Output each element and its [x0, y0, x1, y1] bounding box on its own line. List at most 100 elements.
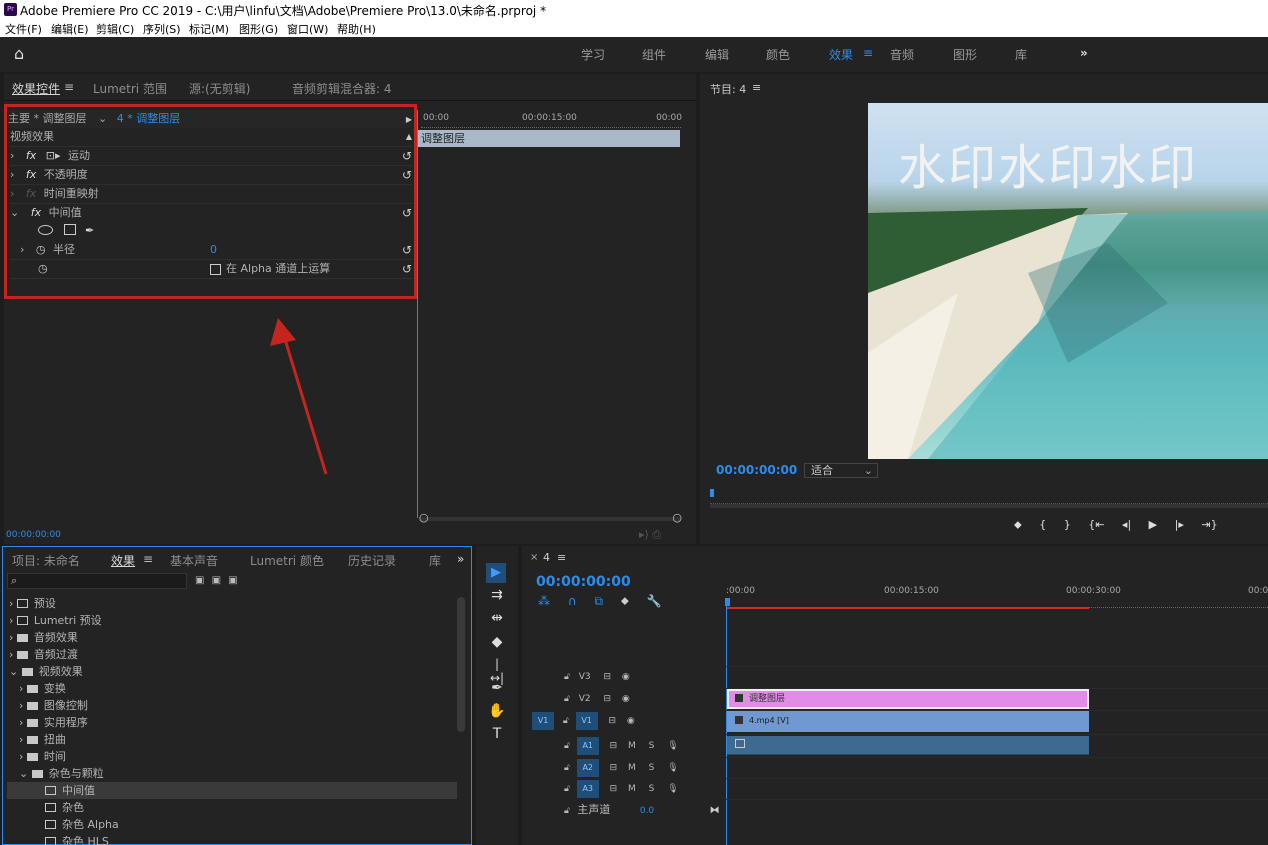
go-to-in-icon[interactable]: {⇤	[1088, 518, 1104, 531]
menu-sequence[interactable]: 序列(S)	[143, 21, 181, 37]
program-playhead[interactable]	[710, 489, 714, 497]
lock-icon[interactable]: 🔓︎	[564, 763, 570, 773]
sync-lock-icon[interactable]: ⊟	[603, 694, 611, 704]
tab-project[interactable]: 项目: 未命名	[12, 552, 80, 569]
menu-marker[interactable]: 标记(M)	[189, 21, 229, 37]
lock-icon[interactable]: 🔓︎	[563, 716, 569, 726]
tree-item-noise-hls[interactable]: 杂色 HLS	[45, 833, 109, 845]
sync-lock-icon[interactable]: ⊟	[610, 763, 618, 773]
microphone-icon[interactable]: 🎙︎	[667, 763, 678, 773]
effects-search-input[interactable]: ⌕	[7, 573, 187, 589]
lock-icon[interactable]: 🔓︎	[564, 784, 570, 794]
timeline-playhead-handle[interactable]	[725, 598, 730, 606]
eye-icon[interactable]: ◉	[622, 694, 630, 704]
type-tool-icon[interactable]: T	[488, 726, 506, 742]
workspace-color[interactable]: 颜色	[766, 46, 790, 63]
menu-graphics[interactable]: 图形(G)	[239, 21, 278, 37]
master-volume-value[interactable]: 0.0	[640, 806, 654, 816]
tab-menu-icon[interactable]: ≡	[557, 551, 566, 564]
step-forward-icon[interactable]: |▸	[1175, 518, 1184, 531]
menu-edit[interactable]: 编辑(E)	[51, 21, 89, 37]
tree-item-noise-alpha[interactable]: 杂色 Alpha	[45, 816, 119, 833]
workspace-effects[interactable]: 效果	[829, 46, 853, 63]
tab-history[interactable]: 历史记录	[348, 552, 396, 569]
workspace-learn[interactable]: 学习	[581, 46, 605, 63]
add-marker-icon[interactable]: ⬥	[621, 594, 629, 608]
mark-out-icon[interactable]: }	[1064, 518, 1071, 531]
workspace-more-icon[interactable]: »	[1080, 46, 1088, 60]
lock-icon[interactable]: 🔓︎	[564, 806, 570, 816]
tree-item-audio-transitions[interactable]: › 音频过渡	[9, 646, 78, 663]
track-target-v1[interactable]: V1	[575, 712, 598, 730]
solo-button[interactable]: S	[649, 763, 655, 773]
workspace-editing[interactable]: 编辑	[705, 46, 729, 63]
tree-item-utility[interactable]: › 实用程序	[19, 714, 88, 731]
track-target-a2[interactable]: A2	[576, 759, 599, 777]
menu-clip[interactable]: 剪辑(C)	[96, 21, 134, 37]
mute-button[interactable]: M	[628, 741, 636, 751]
workspace-libraries[interactable]: 库	[1015, 46, 1027, 63]
tree-item-time[interactable]: › 时间	[19, 748, 66, 765]
source-patch-v1[interactable]: V1	[532, 712, 554, 730]
home-icon[interactable]: ⌂	[14, 44, 24, 63]
tree-item-video-effects[interactable]: ⌄ 视频效果	[9, 663, 83, 680]
effect-controls-timecode[interactable]: 00:00:00:00	[6, 530, 61, 540]
menu-file[interactable]: 文件(F)	[5, 21, 42, 37]
tab-essential-sound[interactable]: 基本声音	[170, 552, 218, 569]
lock-icon[interactable]: 🔓︎	[564, 741, 570, 751]
pen-tool-icon[interactable]: ✒	[488, 680, 506, 696]
tree-scrollbar[interactable]	[457, 597, 465, 732]
workspace-assembly[interactable]: 组件	[642, 46, 666, 63]
sequence-tab[interactable]: 4	[543, 551, 550, 564]
timeline-timecode[interactable]: 00:00:00:00	[536, 574, 631, 590]
program-ruler[interactable]	[710, 494, 1268, 504]
sync-lock-icon[interactable]: ⊟	[610, 784, 618, 794]
sync-lock-icon[interactable]: ⊟	[608, 716, 616, 726]
snap-magnet-icon[interactable]: ∩	[568, 594, 577, 608]
scroll-handle-right-icon[interactable]: ○	[672, 511, 682, 524]
clip-video-v1[interactable]: 4.mp4 [V]	[727, 711, 1089, 732]
lock-icon[interactable]: 🔓︎	[564, 694, 570, 704]
clip-adjustment-layer[interactable]: 调整图层	[727, 689, 1089, 709]
razor-tool-icon[interactable]: ◆	[488, 634, 506, 650]
tree-item-audio-effects[interactable]: › 音频效果	[9, 629, 78, 646]
track-select-tool-icon[interactable]: ⇉	[488, 587, 506, 603]
program-timecode[interactable]: 00:00:00:00	[716, 463, 797, 477]
tab-source[interactable]: 源:(无剪辑)	[189, 80, 250, 97]
nest-icon[interactable]: ⁂	[538, 594, 550, 608]
clip-audio-a1[interactable]	[727, 736, 1089, 755]
export-frame-icon[interactable]: ▸⟩ ⎙	[639, 528, 661, 542]
ripple-edit-tool-icon[interactable]: ⇹	[488, 610, 506, 626]
tab-libraries[interactable]: 库	[429, 552, 441, 569]
tab-lumetri-scopes[interactable]: Lumetri 范围	[93, 80, 167, 97]
step-back-icon[interactable]: ◂|	[1122, 518, 1131, 531]
lock-icon[interactable]: 🔓︎	[564, 672, 570, 682]
tree-item-presets[interactable]: › 预设	[9, 595, 56, 612]
linked-selection-icon[interactable]: ⧉	[594, 594, 603, 608]
microphone-icon[interactable]: 🎙︎	[667, 741, 678, 751]
tab-lumetri-color[interactable]: Lumetri 颜色	[250, 552, 324, 569]
tree-item-transform[interactable]: › 变换	[19, 680, 66, 697]
play-icon[interactable]: ▶	[1149, 518, 1157, 531]
tab-effects[interactable]: 效果	[111, 552, 135, 569]
workspace-menu-icon[interactable]: ≡	[863, 46, 873, 60]
workspace-graphics[interactable]: 图形	[953, 46, 977, 63]
zoom-fit-dropdown[interactable]: 适合 ⌄	[804, 463, 878, 478]
mark-in-icon[interactable]: {	[1039, 518, 1046, 531]
go-to-out-icon[interactable]: ⇥}	[1201, 518, 1217, 531]
eye-icon[interactable]: ◉	[627, 716, 635, 726]
program-menu-icon[interactable]: ≡	[752, 81, 761, 94]
tree-item-median-selected[interactable]: 中间值	[7, 782, 457, 799]
tab-audio-clip-mixer[interactable]: 音频剪辑混合器: 4	[292, 80, 392, 97]
tree-item-image-control[interactable]: › 图像控制	[19, 697, 88, 714]
tab-menu-icon[interactable]: ≡	[64, 80, 74, 94]
sync-lock-icon[interactable]: ⊟	[603, 672, 611, 682]
microphone-icon[interactable]: 🎙︎	[667, 784, 678, 794]
program-monitor-title[interactable]: 节目: 4	[710, 81, 746, 97]
program-zoom-scrollbar[interactable]	[710, 504, 1268, 508]
panel-more-icon[interactable]: »	[457, 552, 464, 566]
sync-lock-icon[interactable]: ⊟	[610, 741, 618, 751]
tree-item-noise[interactable]: 杂色	[45, 799, 84, 816]
tree-item-distort[interactable]: › 扭曲	[19, 731, 66, 748]
menu-window[interactable]: 窗口(W)	[287, 21, 328, 37]
